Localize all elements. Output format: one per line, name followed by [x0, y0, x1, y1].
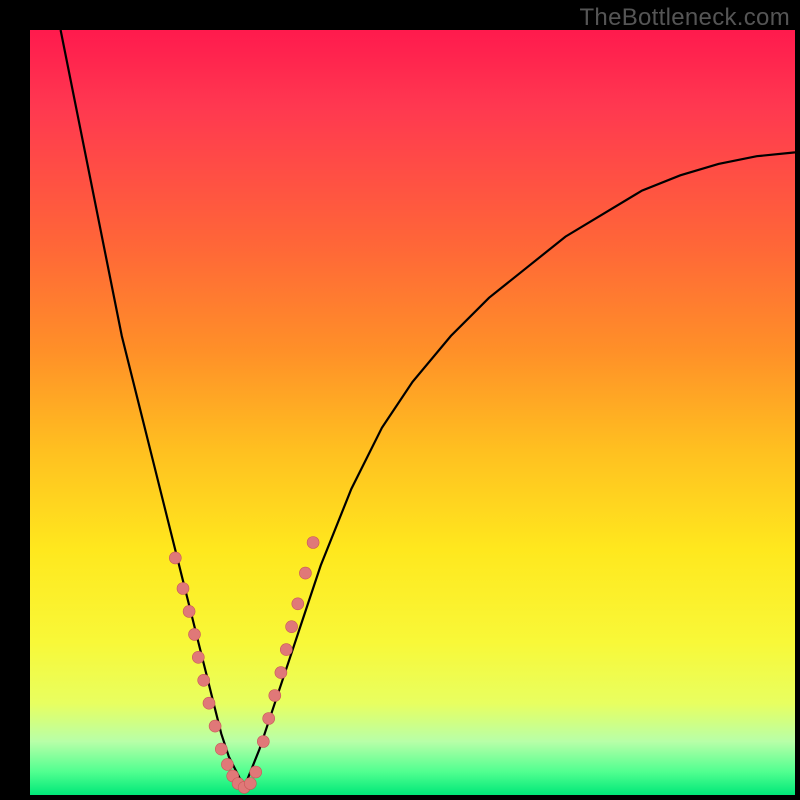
- sample-dot: [286, 621, 298, 633]
- chart-frame: TheBottleneck.com: [0, 0, 800, 800]
- sample-dot: [215, 743, 227, 755]
- left-curve: [61, 30, 245, 787]
- sample-dot: [250, 766, 262, 778]
- sample-dot: [189, 628, 201, 640]
- sample-dot: [177, 583, 189, 595]
- sample-dot: [307, 537, 319, 549]
- sample-dot: [269, 690, 281, 702]
- sample-dot: [292, 598, 304, 610]
- sample-dots: [169, 537, 319, 794]
- sample-dot: [244, 778, 256, 790]
- watermark-text: TheBottleneck.com: [579, 4, 790, 32]
- plot-area: [30, 30, 795, 795]
- sample-dot: [257, 736, 269, 748]
- sample-dot: [221, 758, 233, 770]
- sample-dot: [198, 674, 210, 686]
- curves-svg: [30, 30, 795, 795]
- sample-dot: [183, 605, 195, 617]
- sample-dot: [299, 567, 311, 579]
- sample-dot: [280, 644, 292, 656]
- sample-dot: [203, 697, 215, 709]
- sample-dot: [209, 720, 221, 732]
- sample-dot: [169, 552, 181, 564]
- sample-dot: [275, 667, 287, 679]
- right-curve: [244, 152, 795, 787]
- sample-dot: [263, 713, 275, 725]
- sample-dot: [192, 651, 204, 663]
